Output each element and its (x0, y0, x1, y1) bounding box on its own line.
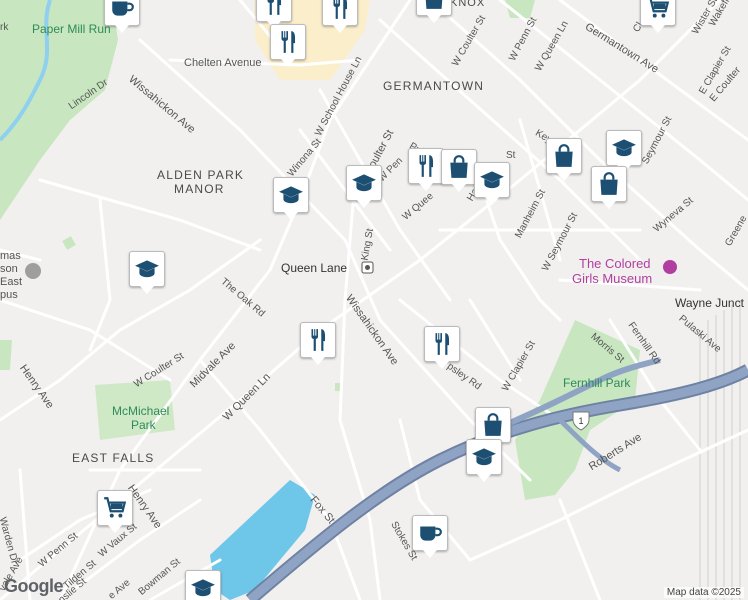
label-pus: pus (0, 289, 18, 301)
map-attribution[interactable]: Map data ©2025 (663, 587, 744, 598)
route-shield-number: 1 (578, 416, 583, 426)
area-east-falls: EAST FALLS (72, 451, 155, 465)
school-icon (351, 170, 377, 196)
label-son: son (0, 263, 18, 275)
pin-restaurant-top-2[interactable] (322, 0, 358, 33)
pin-shop-coulter[interactable] (441, 149, 477, 192)
pin-restaurant-midvale[interactable] (300, 322, 336, 365)
poi-colored-girls-museum[interactable]: The Colored (579, 256, 651, 271)
restaurant-icon (429, 331, 455, 357)
street-wayne-junct: Wayne Junct (675, 296, 744, 310)
pin-shop-manheim-1[interactable] (546, 138, 582, 181)
pin-shop-top[interactable] (416, 0, 452, 23)
pin-restaurant-coulter[interactable] (408, 148, 444, 191)
restaurant-icon (275, 29, 301, 55)
shopping-bag-icon (480, 412, 506, 438)
street-knox: KNOX (450, 0, 486, 9)
street-chelten-ave: Chelten Avenue (184, 57, 262, 69)
street-st: St (506, 150, 516, 161)
pin-shop-manheim-2[interactable] (591, 166, 627, 209)
map-viewport[interactable]: 1 GERMANTOWN ALDEN PARK MANOR EAST FALLS… (0, 0, 748, 600)
pin-restaurant-chelten[interactable] (270, 24, 306, 67)
poi-colored-girls-museum-2[interactable]: Girls Museum (572, 271, 652, 286)
coffee-icon (109, 0, 135, 21)
restaurant-icon (305, 327, 331, 353)
pin-shop-expressway[interactable] (475, 407, 511, 450)
area-germantown: GERMANTOWN (383, 79, 485, 93)
pin-school-king[interactable] (346, 165, 382, 208)
shopping-bag-icon (446, 154, 472, 180)
park-mcmichael: McMichael (112, 404, 170, 418)
pin-restaurant-apsley[interactable] (424, 326, 460, 369)
school-icon (471, 444, 497, 470)
green-left-edge (0, 340, 12, 370)
school-icon (190, 575, 216, 600)
museum-marker-icon (663, 260, 677, 274)
area-alden-park-manor: ALDEN PARK (157, 168, 245, 182)
pin-school-bottom[interactable] (185, 570, 221, 600)
pin-restaurant-top-1[interactable] (256, 0, 292, 29)
area-alden-park-manor-2: MANOR (174, 182, 225, 196)
pin-cafe-top[interactable] (104, 0, 140, 33)
street-rk: rk (0, 22, 9, 33)
pin-grocery-top[interactable] (640, 0, 676, 33)
school-icon (611, 135, 637, 161)
pin-grocery-henry[interactable] (97, 490, 133, 533)
park-fernhill: Fernhill Park (563, 376, 631, 390)
pin-school-winona[interactable] (273, 177, 309, 220)
shopping-cart-icon (645, 0, 671, 21)
restaurant-icon (261, 0, 287, 17)
school-icon (134, 256, 160, 282)
pin-school-expressway[interactable] (466, 439, 502, 482)
station-queen-lane[interactable]: Queen Lane (281, 261, 347, 275)
park-paper-mill-run: Paper Mill Run (32, 22, 111, 36)
shopping-bag-icon (596, 171, 622, 197)
restaurant-icon (413, 153, 439, 179)
school-icon (479, 167, 505, 193)
label-east: East (0, 276, 23, 288)
school-icon (278, 182, 304, 208)
google-logo: Google (4, 576, 64, 596)
shopping-bag-icon (551, 143, 577, 169)
restaurant-icon (327, 0, 353, 21)
pin-school-high[interactable] (474, 162, 510, 205)
pin-cafe-stokes[interactable] (412, 515, 448, 558)
label-chas: mas (0, 250, 21, 262)
coffee-icon (417, 520, 443, 546)
park-mcmichael-2: Park (131, 418, 156, 432)
pin-school-oak[interactable] (129, 251, 165, 294)
shopping-bag-icon (421, 0, 447, 11)
pin-school-manheim[interactable] (606, 130, 642, 173)
shopping-cart-icon (102, 495, 128, 521)
